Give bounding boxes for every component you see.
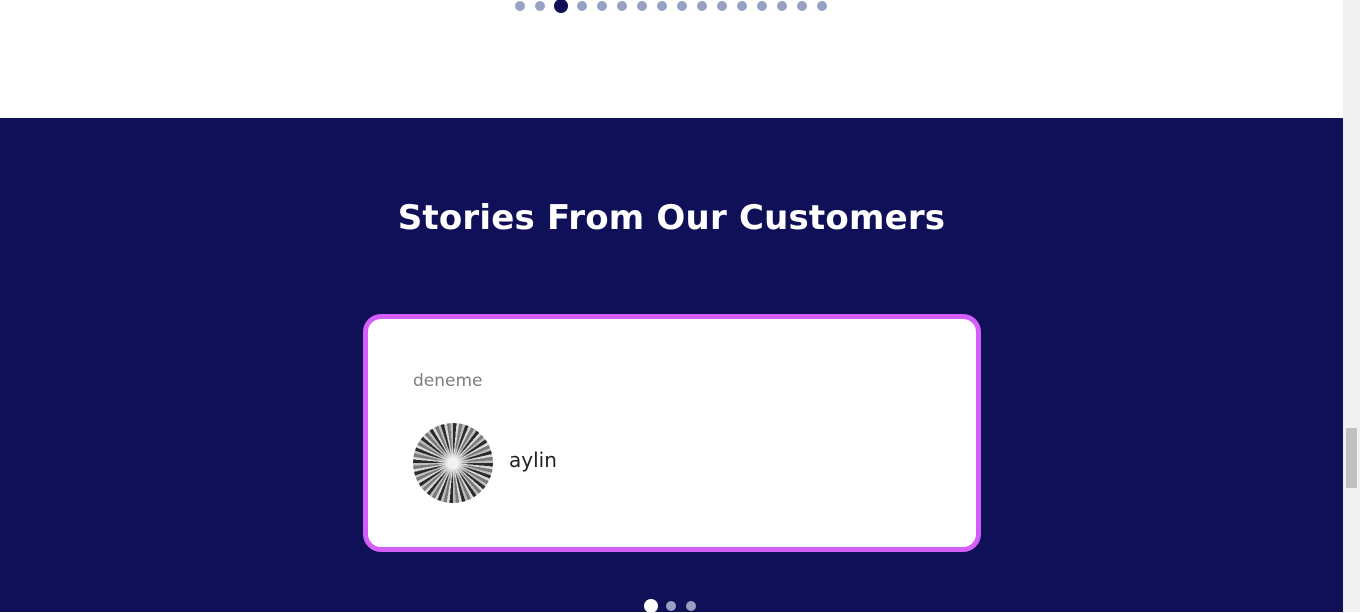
top-carousel-dot[interactable]	[677, 1, 687, 11]
top-carousel-dot[interactable]	[777, 1, 787, 11]
top-carousel-dot[interactable]	[597, 1, 607, 11]
top-carousel-dot[interactable]	[617, 1, 627, 11]
testimonial-dot[interactable]	[666, 601, 676, 611]
top-carousel-dot[interactable]	[697, 1, 707, 11]
top-carousel-dot[interactable]	[817, 1, 827, 11]
testimonial-dot[interactable]	[644, 599, 658, 613]
testimonial-text: deneme	[413, 371, 483, 391]
author-avatar	[413, 423, 493, 503]
scrollbar-thumb[interactable]	[1346, 428, 1357, 488]
top-carousel-dot[interactable]	[637, 1, 647, 11]
testimonial-pagination	[644, 599, 701, 613]
testimonial-dot[interactable]	[686, 601, 696, 611]
top-carousel-dot[interactable]	[535, 1, 545, 11]
top-section	[0, 0, 1343, 118]
testimonial-card: deneme aylin	[363, 314, 981, 552]
page: Stories From Our Customers deneme aylin	[0, 0, 1343, 613]
top-carousel-dot[interactable]	[737, 1, 747, 11]
top-carousel-dot[interactable]	[757, 1, 767, 11]
top-carousel-dot[interactable]	[515, 1, 525, 11]
section-title: Stories From Our Customers	[397, 198, 946, 238]
author-name: aylin	[509, 448, 557, 472]
top-carousel-dot[interactable]	[717, 1, 727, 11]
top-carousel-dot[interactable]	[657, 1, 667, 11]
top-carousel-dot[interactable]	[797, 1, 807, 11]
top-carousel-pagination	[510, 0, 832, 13]
customer-stories-section: Stories From Our Customers deneme aylin	[0, 118, 1343, 613]
top-carousel-dot[interactable]	[554, 0, 568, 13]
top-carousel-dot[interactable]	[577, 1, 587, 11]
vertical-scrollbar[interactable]	[1343, 0, 1360, 612]
